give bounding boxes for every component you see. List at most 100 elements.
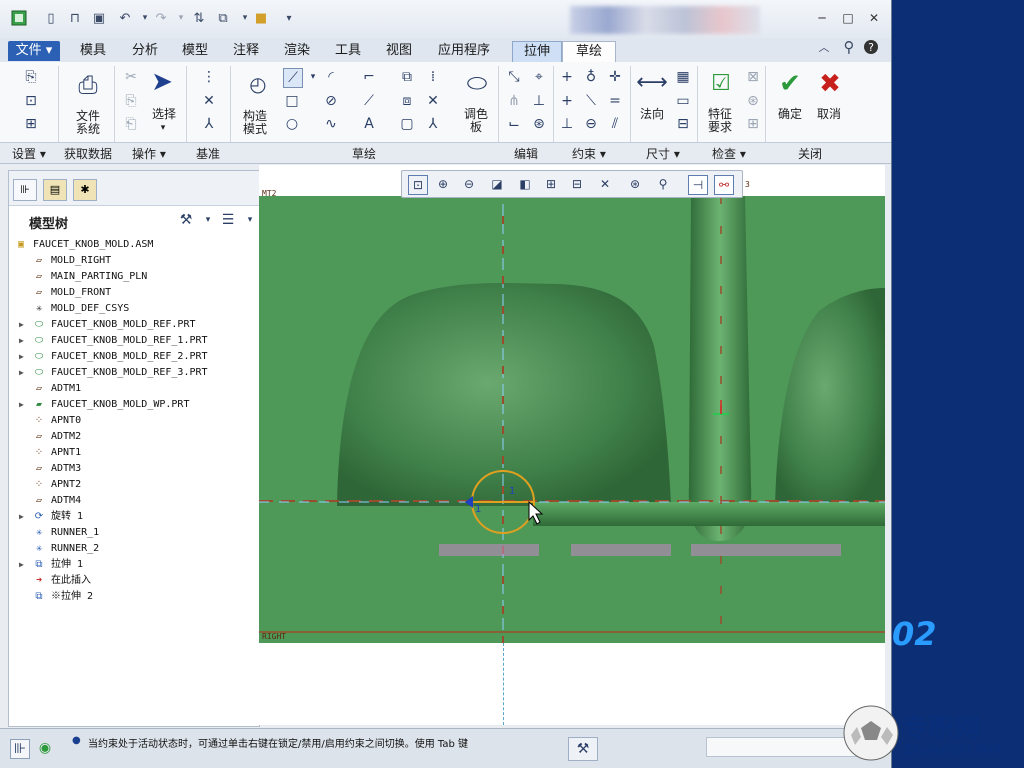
offset-icon[interactable]: ⧉ [398, 68, 416, 86]
tree-columns-icon[interactable]: ☰ [219, 211, 237, 229]
coordinate-system-icon[interactable]: ⅄ [424, 115, 442, 133]
select-arrow-icon[interactable]: ➤ [150, 66, 174, 98]
midpoint-constraint-icon[interactable]: ✛ [606, 68, 624, 86]
close-button[interactable]: ✕ [864, 10, 884, 26]
corner-icon[interactable]: ⌙ [505, 115, 523, 133]
show-navigator-icon[interactable]: ⊪ [10, 739, 30, 759]
zoom-in-icon[interactable]: ⊕ [434, 175, 452, 193]
tree-item[interactable]: ⁘ APNT1 [9, 445, 259, 461]
tree-item[interactable]: ▶ ⬭ FAUCET_KNOB_MOLD_REF.PRT [9, 317, 259, 333]
parallel-constraint-icon[interactable]: ⫽ [606, 115, 624, 133]
sketcher-display-filters-icon[interactable]: ⚯ [714, 175, 734, 195]
tree-item[interactable]: ▣ FAUCET_KNOB_MOLD.ASM [9, 237, 259, 253]
collapse-ribbon-icon[interactable]: ︿ [815, 38, 833, 56]
paste-icon[interactable]: ⎗ [122, 115, 140, 133]
feature-requirements-icon[interactable]: ☑ [706, 68, 736, 98]
tab-tools[interactable]: 工具 [331, 41, 365, 61]
show-browser-icon[interactable]: ◉ [36, 739, 54, 757]
arc-icon[interactable]: ◜ [322, 68, 340, 86]
feature-requirements-button[interactable]: 特征 要求 [702, 108, 738, 134]
coincident-constraint-icon[interactable]: ⟍ [582, 92, 600, 110]
tab-annotate[interactable]: 注释 [229, 41, 263, 61]
redo-dropdown-icon[interactable]: ▾ [172, 9, 190, 27]
tangent-constraint-icon[interactable]: ♁ [582, 68, 600, 86]
zoom-out-icon[interactable]: ⊖ [460, 175, 478, 193]
reference-dimension-icon[interactable]: ⊟ [674, 115, 692, 133]
baseline-icon[interactable]: ▭ [674, 92, 692, 110]
delete-segment-icon[interactable]: ⌖ [530, 68, 548, 86]
centerline-small-icon[interactable]: ⁞ [424, 68, 442, 86]
expand-arrow-icon[interactable]: ▶ [19, 397, 24, 413]
tree-item[interactable]: ▶ ⬭ FAUCET_KNOB_MOLD_REF_2.PRT [9, 349, 259, 365]
tab-applications[interactable]: 应用程序 [432, 41, 496, 61]
tree-item[interactable]: ▱ ADTM4 [9, 493, 259, 509]
tree-item[interactable]: ▶ ▰ FAUCET_KNOB_MOLD_WP.PRT [9, 397, 259, 413]
tree-item[interactable]: ▶ ⬭ FAUCET_KNOB_MOLD_REF_1.PRT [9, 333, 259, 349]
highlight-open-ends-icon[interactable]: ⊛ [744, 92, 762, 110]
line-tool-icon[interactable]: ⟋ [283, 68, 303, 88]
modify-icon[interactable]: ⤡ [505, 68, 523, 86]
construction-mode-icon[interactable]: ◴ [244, 70, 272, 98]
windows-icon[interactable]: ⧉ [214, 9, 232, 27]
sketch-view-icon[interactable]: ⊞ [22, 115, 40, 133]
tree-item[interactable]: ▱ MAIN_PARTING_PLN [9, 269, 259, 285]
perimeter-icon[interactable]: ▦ [674, 68, 692, 86]
shade-closed-loops-icon[interactable]: ⊞ [744, 115, 762, 133]
help-icon[interactable]: ? [862, 38, 880, 56]
repaint-icon[interactable]: ◪ [488, 175, 506, 193]
tab-extrude[interactable]: 拉伸 [512, 41, 562, 62]
text-tool-icon[interactable]: A [360, 115, 378, 133]
expand-arrow-icon[interactable]: ▶ [19, 317, 24, 333]
tree-item[interactable]: ✳ RUNNER_1 [9, 525, 259, 541]
datum-display-icon[interactable]: ✕ [596, 175, 614, 193]
open-folder-icon[interactable]: ⊓ [66, 9, 84, 27]
ellipse-icon[interactable]: ⊘ [322, 92, 340, 110]
construction-mode-button[interactable]: 构造 模式 [237, 110, 273, 136]
palette-icon[interactable]: ⬭ [462, 68, 492, 98]
sketch-setup-icon[interactable]: ⎘ [22, 68, 40, 86]
tree-item[interactable]: ▱ MOLD_FRONT [9, 285, 259, 301]
datum-point-icon[interactable]: ✕ [200, 92, 218, 110]
tree-item[interactable]: ▱ ADTM3 [9, 461, 259, 477]
tab-model[interactable]: 模型 [178, 41, 212, 61]
spline-icon[interactable]: ∿ [322, 115, 340, 133]
file-system-icon[interactable]: ⎙ [74, 68, 102, 102]
redo-icon[interactable]: ↷ [152, 9, 170, 27]
graphics-canvas[interactable]: 1 1 [259, 196, 885, 643]
model-tree-tab-icon[interactable]: ⊪ [13, 179, 37, 201]
cancel-x-icon[interactable]: ✖ [816, 69, 844, 99]
select-button[interactable]: 选择 [147, 108, 181, 121]
tab-render[interactable]: 渲染 [280, 41, 314, 61]
new-file-icon[interactable]: ▯ [42, 9, 60, 27]
close-window-folder-icon[interactable]: ■ [252, 9, 270, 27]
tree-item[interactable]: ▱ ADTM1 [9, 381, 259, 397]
cut-icon[interactable]: ✂ [122, 68, 140, 86]
tree-item[interactable]: ✳ MOLD_DEF_CSYS [9, 301, 259, 317]
rotate-resize-icon[interactable]: ⊛ [530, 115, 548, 133]
maximize-button[interactable]: □ [838, 10, 858, 26]
favorites-tab-icon[interactable]: ✱ [73, 179, 97, 201]
refit-icon[interactable]: ⊡ [408, 175, 428, 195]
tree-settings-dropdown-icon[interactable]: ▾ [199, 211, 217, 229]
tree-item[interactable]: ⧉ ※拉伸 2 [9, 589, 259, 605]
group-operations[interactable]: 操作 ▾ [132, 145, 166, 162]
expand-arrow-icon[interactable]: ▶ [19, 333, 24, 349]
group-dimension[interactable]: 尺寸 ▾ [646, 145, 680, 162]
expand-arrow-icon[interactable]: ▶ [19, 365, 24, 381]
tree-item[interactable]: ⁘ APNT0 [9, 413, 259, 429]
tab-sketch[interactable]: 草绘 [562, 41, 616, 63]
sketch-view-toggle-icon[interactable]: ⊣ [688, 175, 708, 195]
select-dropdown-icon[interactable]: ▾ [157, 122, 169, 135]
folder-browser-tab-icon[interactable]: ▤ [43, 179, 67, 201]
group-setup[interactable]: 设置 ▾ [12, 145, 46, 162]
fillet-icon[interactable]: ⌐ [360, 68, 378, 86]
ok-button[interactable]: 确定 [772, 108, 808, 121]
undo-icon[interactable]: ↶ [116, 9, 134, 27]
selection-filter-icon[interactable]: ⚒ [568, 737, 598, 761]
tree-settings-icon[interactable]: ⚒ [177, 211, 195, 229]
save-icon[interactable]: ▣ [90, 9, 108, 27]
annotation-display-icon[interactable]: ⊛ [626, 175, 644, 193]
copy-icon[interactable]: ⎘ [122, 92, 140, 110]
palette-button[interactable]: 调色 板 [458, 108, 494, 134]
normal-dimension-button[interactable]: 法向 [634, 108, 670, 121]
